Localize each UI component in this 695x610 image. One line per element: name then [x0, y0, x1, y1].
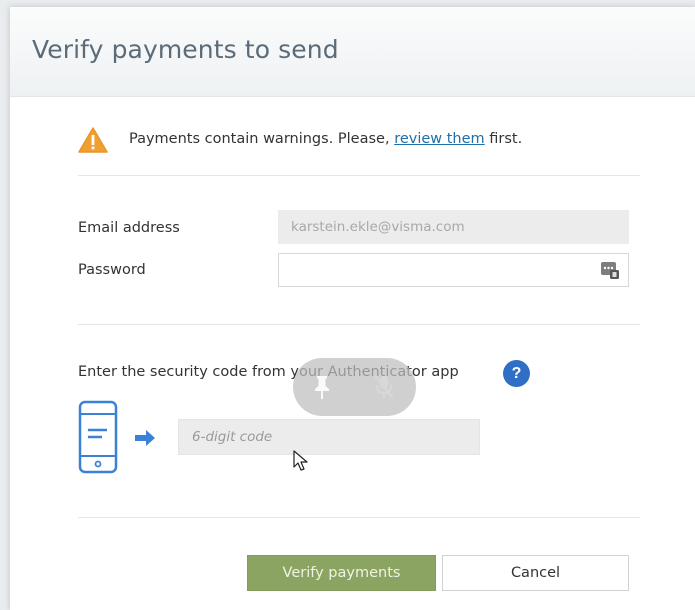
- warning-text: Payments contain warnings. Please, revie…: [129, 131, 522, 147]
- warning-triangle-icon: [78, 127, 108, 153]
- dialog-title: Verify payments to send: [32, 35, 339, 64]
- review-warnings-link[interactable]: review them: [394, 131, 484, 147]
- divider: [78, 324, 640, 325]
- arrow-right-icon: [135, 430, 155, 446]
- help-icon[interactable]: ?: [503, 360, 530, 387]
- dialog-header: Verify payments to send: [10, 7, 695, 97]
- floating-toolbar: [293, 358, 416, 416]
- mic-off-icon[interactable]: [373, 374, 395, 400]
- warning-text-after: first.: [484, 131, 523, 147]
- warning-text-before: Payments contain warnings. Please,: [129, 131, 395, 147]
- email-field[interactable]: [278, 210, 629, 244]
- verify-payments-dialog: Verify payments to send Payments contain…: [10, 7, 695, 610]
- pin-icon[interactable]: [311, 374, 333, 400]
- email-label: Email address: [78, 220, 180, 236]
- password-field[interactable]: [278, 253, 629, 287]
- security-code-input[interactable]: [178, 419, 480, 455]
- cursor-icon: [293, 450, 308, 471]
- phone-icon: [78, 400, 118, 474]
- divider: [78, 175, 640, 176]
- warning-message: Payments contain warnings. Please, revie…: [78, 123, 640, 159]
- dialog-body: Payments contain warnings. Please, revie…: [10, 98, 695, 610]
- divider: [78, 517, 640, 518]
- verify-payments-button[interactable]: Verify payments: [247, 555, 436, 591]
- cancel-button[interactable]: Cancel: [442, 555, 629, 591]
- password-label: Password: [78, 262, 146, 278]
- password-key-icon[interactable]: [600, 258, 620, 280]
